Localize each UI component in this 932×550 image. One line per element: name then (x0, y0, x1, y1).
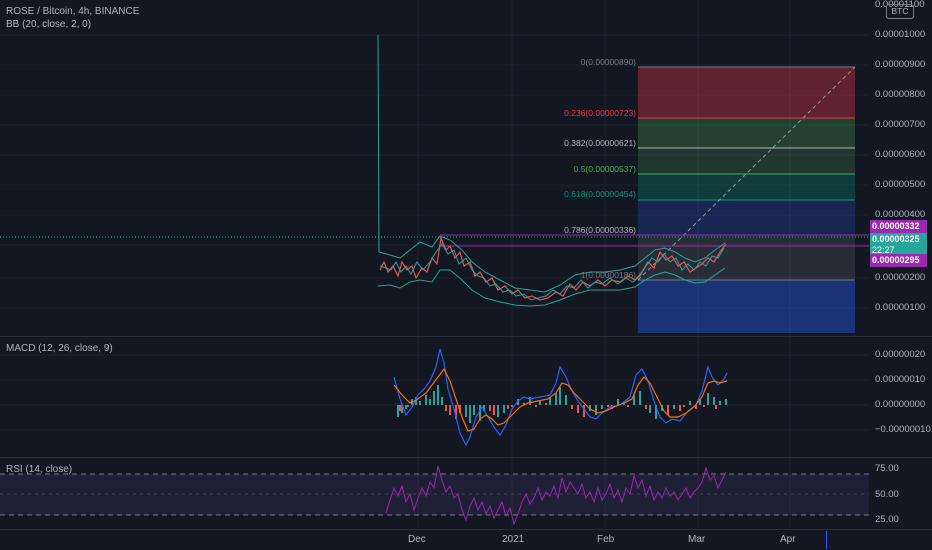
price-tick: 0.00001000 (875, 29, 926, 40)
last-price-tag: 0.00000325 22:27 (870, 233, 927, 255)
fib-zone-05-0618 (638, 174, 855, 200)
price-tick: 0.00000600 (875, 149, 926, 160)
fib-label-0786: 0.786(0.00000336) (564, 225, 636, 235)
macd-legend[interactable]: MACD (12, 26, close, 9) (6, 343, 113, 354)
rsi-tick: 75.00 (875, 463, 899, 474)
low-price-tag: 0.00000295 (870, 254, 927, 267)
price-tick: 0.00000800 (875, 89, 926, 100)
price-tick: 0.00000900 (875, 59, 926, 70)
time-axis[interactable] (0, 530, 869, 550)
rsi-legend[interactable]: RSI (14, close) (6, 464, 72, 475)
price-tick: 0.00000400 (875, 209, 926, 220)
price-tick: 0.00000500 (875, 179, 926, 190)
last-price-value: 0.00000325 (872, 234, 920, 244)
price-axis[interactable]: 0.00001100 0.00001000 0.00000900 0.00000… (869, 0, 932, 335)
time-cursor-marker (826, 531, 827, 549)
fib-zone-0-0236 (638, 67, 855, 118)
price-tick: 0.00000700 (875, 119, 926, 130)
macd-tick: 0.00000010 (875, 374, 926, 385)
price-chart-svg (0, 0, 869, 335)
price-tick: 0.00000200 (875, 272, 926, 283)
time-label: Mar (688, 534, 706, 545)
macd-tick: 0.00000000 (875, 399, 926, 410)
fib-label-05: 0.5(0.00000537) (573, 164, 636, 174)
time-label: 2021 (502, 534, 525, 545)
bb-indicator-legend[interactable]: BB (20, close, 2, 0) (6, 19, 91, 30)
macd-tick: 0.00000020 (875, 349, 926, 360)
macd-chart-svg (0, 337, 869, 457)
currency-button[interactable]: BTC (886, 4, 914, 19)
price-tick: 0.00000100 (875, 302, 926, 313)
fib-label-0: 0(0.00000890) (580, 57, 636, 67)
symbol-title[interactable]: ROSE / Bitcoin, 4h, BINANCE (6, 6, 139, 17)
high-price-tag: 0.00000332 (870, 220, 927, 233)
time-label: Feb (597, 534, 615, 545)
rsi-pane[interactable]: RSI (14, close) (0, 458, 869, 528)
fib-retracement[interactable] (637, 66, 856, 333)
macd-axis[interactable]: 0.00000020 0.00000010 0.00000000 −0.0000… (869, 337, 932, 457)
fib-label-1: 1(0.00000186) (580, 270, 636, 280)
rsi-tick: 25.00 (875, 514, 899, 525)
macd-tick: −0.00000010 (875, 424, 931, 435)
rsi-chart-svg (0, 458, 869, 528)
macd-pane[interactable]: MACD (12, 26, close, 9) (0, 337, 869, 457)
rsi-tick: 50.00 (875, 489, 899, 500)
fib-label-0382: 0.382(0.00000621) (564, 138, 636, 148)
price-pane[interactable]: ROSE / Bitcoin, 4h, BINANCE BB (20, clos… (0, 0, 869, 335)
rsi-axis[interactable]: 75.00 50.00 25.00 (869, 458, 932, 528)
fib-zone-0382-05 (638, 148, 855, 174)
fib-zone-extension (638, 280, 855, 333)
fib-label-0236: 0.236(0.00000723) (564, 108, 636, 118)
fib-zone-0236-0382 (638, 118, 855, 148)
fib-zone-0618-0786 (638, 200, 855, 235)
time-label: Dec (408, 534, 426, 545)
time-label: Apr (780, 534, 796, 545)
fib-label-0618: 0.618(0.00000454) (564, 189, 636, 199)
